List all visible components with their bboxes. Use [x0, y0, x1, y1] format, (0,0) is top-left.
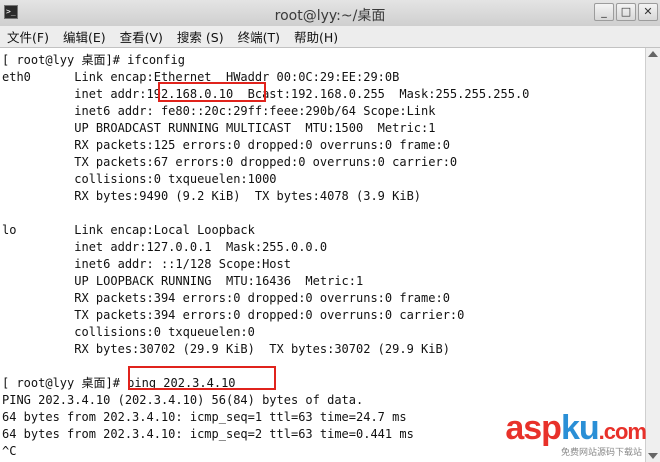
- window-controls: _ □ ✕: [594, 3, 658, 21]
- terminal-line: PING 202.3.4.10 (202.3.4.10) 56(84) byte…: [2, 393, 364, 407]
- close-button[interactable]: ✕: [638, 3, 658, 21]
- terminal-line: 64 bytes from 202.3.4.10: icmp_seq=2 ttl…: [2, 427, 414, 441]
- highlight-ip-address-box: [158, 82, 266, 102]
- terminal-line: RX bytes:9490 (9.2 KiB) TX bytes:4078 (3…: [2, 189, 422, 203]
- menu-edit[interactable]: 编辑(E): [56, 27, 113, 46]
- terminal-line: RX packets:125 errors:0 dropped:0 overru…: [2, 138, 450, 152]
- terminal-line: inet6 addr: ::1/128 Scope:Host: [2, 257, 291, 271]
- terminal-line: inet addr:127.0.0.1 Mask:255.0.0.0: [2, 240, 328, 254]
- menu-search[interactable]: 搜索 (S): [170, 27, 231, 46]
- menu-help[interactable]: 帮助(H): [287, 27, 345, 46]
- terminal-line: RX packets:394 errors:0 dropped:0 overru…: [2, 291, 450, 305]
- terminal-line: UP BROADCAST RUNNING MULTICAST MTU:1500 …: [2, 121, 436, 135]
- terminal-output[interactable]: [ root@lyy 桌面]# ifconfig eth0 Link encap:…: [0, 48, 646, 462]
- terminal-line: 64 bytes from 202.3.4.10: icmp_seq=1 ttl…: [2, 410, 407, 424]
- scroll-up-arrow-icon[interactable]: [648, 51, 658, 57]
- watermark-text-ku: ku: [560, 409, 600, 447]
- site-watermark-logo: aspku.com: [505, 409, 647, 448]
- title-bar: >_ root@lyy:~/桌面 _ □ ✕: [0, 0, 660, 27]
- watermark-text-asp: asp: [505, 409, 562, 447]
- highlight-ping-command-box: [128, 366, 276, 390]
- maximize-button[interactable]: □: [616, 3, 636, 21]
- terminal-line: lo Link encap:Local Loopback: [2, 223, 255, 237]
- watermark-subtitle: 免费网站源码下载站: [560, 448, 642, 458]
- terminal-line: UP LOOPBACK RUNNING MTU:16436 Metric:1: [2, 274, 364, 288]
- menu-file[interactable]: 文件(F): [0, 27, 56, 46]
- terminal-line: collisions:0 txqueuelen:1000: [2, 172, 277, 186]
- minimize-button[interactable]: _: [594, 3, 614, 21]
- menu-view[interactable]: 查看(V): [113, 27, 170, 46]
- window-title: root@lyy:~/桌面: [274, 8, 386, 24]
- vertical-scrollbar[interactable]: [645, 48, 660, 462]
- terminal-line: RX bytes:30702 (29.9 KiB) TX bytes:30702…: [2, 342, 450, 356]
- terminal-line: TX packets:394 errors:0 dropped:0 overru…: [2, 308, 465, 322]
- menu-terminal[interactable]: 终端(T): [231, 27, 287, 46]
- terminal-line: collisions:0 txqueuelen:0: [2, 325, 255, 339]
- terminal-line: ^C: [2, 444, 17, 458]
- terminal-line: inet6 addr: fe80::20c:29ff:feee:290b/64 …: [2, 104, 436, 118]
- watermark-text-com: .com: [598, 419, 647, 444]
- terminal-line: [ root@lyy 桌面]# ifconfig: [2, 53, 185, 67]
- menu-bar: 文件(F) 编辑(E) 查看(V) 搜索 (S) 终端(T) 帮助(H): [0, 26, 660, 48]
- terminal-line: TX packets:67 errors:0 dropped:0 overrun…: [2, 155, 458, 169]
- scroll-down-arrow-icon[interactable]: [648, 453, 658, 459]
